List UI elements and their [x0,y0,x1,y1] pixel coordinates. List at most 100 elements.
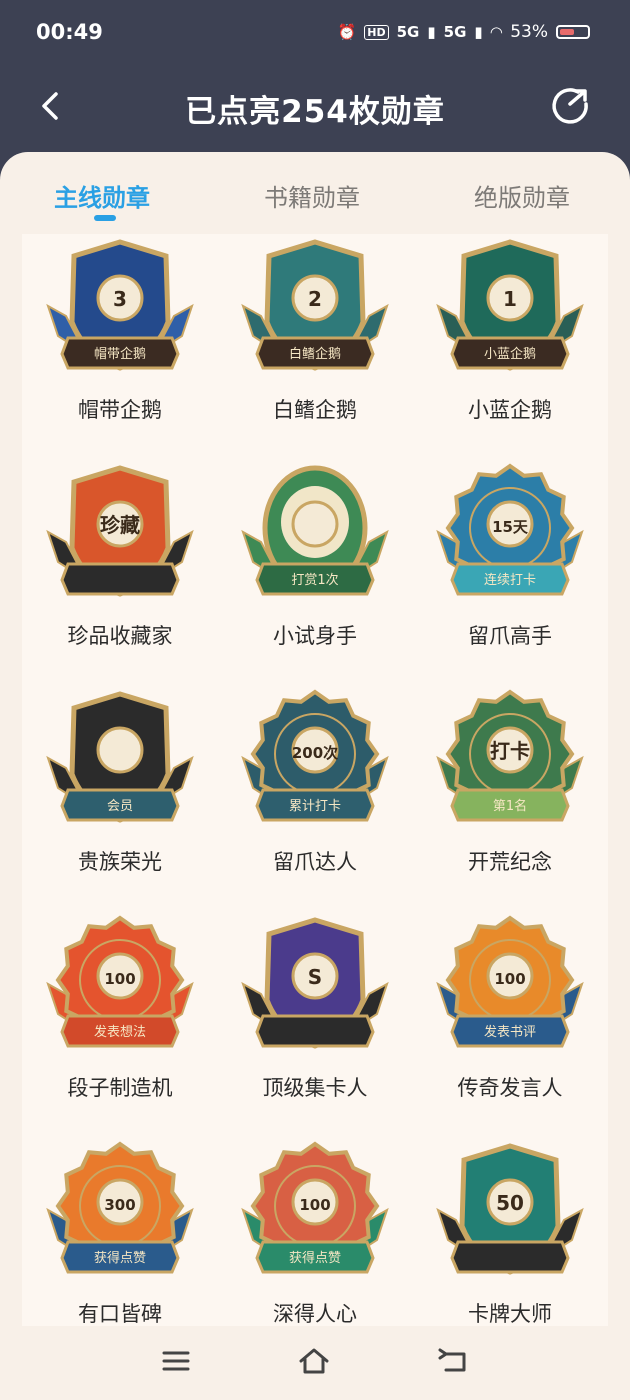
badge-icon: S [241,917,389,1049]
badge-item[interactable]: 100 获得点赞深得人心 [217,1140,413,1334]
badge-emblem-text: 100 [299,1196,330,1214]
badge-name: 小试身手 [273,624,357,648]
wifi-icon: ◠ [490,23,503,41]
menu-icon [162,1351,190,1371]
badge-item[interactable]: 15天连续打卡留爪高手 [412,462,608,688]
badge-icon: 15天连续打卡 [436,463,584,596]
back-arrow-icon [438,1348,466,1372]
badge-name: 白鳍企鹅 [273,398,357,422]
badge-name: 帽带企鹅 [78,398,162,422]
menu-nav-button[interactable] [158,1344,194,1378]
badge-name: 贵族荣光 [78,850,162,874]
badge-emblem-text: 3 [113,287,127,311]
badge-icon: 100 获得点赞 [241,1141,389,1274]
badge-name: 卡牌大师 [468,1302,552,1326]
badge-icon: 100 发表书评 [436,915,584,1048]
badge-ribbon-text: 发表书评 [484,1024,536,1040]
share-icon [552,88,588,124]
share-button[interactable] [548,84,592,128]
badge-ribbon-text: 帽带企鹅 [94,346,146,362]
signal-2-icon: ▮ [474,23,483,41]
signal-1-icon: ▮ [427,23,436,41]
badge-grid: 3 帽带企鹅 帽带企鹅 2 白鳍企鹅 白鳍企鹅 1 小蓝企鹅 小蓝企鹅 珍藏 珍品收藏家 打赏1次 小试… [22,234,608,1334]
badge-sheet: 主线勋章 书籍勋章 绝版勋章 3 帽带企鹅 帽带企鹅 2 白鳍企鹅 白鳍企鹅 1 小蓝企鹅 小蓝… [0,152,630,1400]
badge-ribbon-text: 白鳍企鹅 [289,346,341,362]
badge-ribbon-text: 连续打卡 [484,572,536,588]
badge-item[interactable]: 50 卡牌大师 [412,1140,608,1334]
badge-item[interactable]: 2 白鳍企鹅 白鳍企鹅 [217,236,413,462]
badge-name: 小蓝企鹅 [468,398,552,422]
home-nav-button[interactable] [296,1344,332,1378]
badge-ribbon-text: 会员 [107,799,133,814]
badge-name: 深得人心 [273,1302,357,1326]
badge-emblem-text: 15天 [492,518,529,536]
badge-ribbon-text: 获得点赞 [289,1250,341,1266]
badge-icon: 1 小蓝企鹅 [436,239,584,371]
badge-emblem-text: S [308,965,322,989]
badge-emblem-text: 2 [308,287,322,311]
tab-book-badges[interactable]: 书籍勋章 [264,178,360,213]
badge-ribbon-text: 打赏1次 [291,572,338,588]
signal-1-label: 5G [396,23,420,41]
badge-emblem-text: 1 [503,287,517,311]
badge-ribbon-text: 累计打卡 [289,799,341,814]
badge-icon: 100 发表想法 [46,915,194,1048]
badge-item[interactable]: 100 发表书评传奇发言人 [412,914,608,1140]
badge-ribbon-text: 小蓝企鹅 [484,346,536,362]
status-icons: ⏰ HD 5G ▮ 5G ▮ ◠ 53% [338,22,590,42]
active-tab-indicator [94,215,116,221]
badge-item[interactable]: 珍藏 珍品收藏家 [22,462,218,688]
tab-main-badges[interactable]: 主线勋章 [54,178,150,213]
badge-emblem-text: 300 [104,1196,135,1214]
badge-name: 珍品收藏家 [67,624,173,648]
badge-emblem-text: 珍藏 [100,513,140,537]
badge-item[interactable]: 300 获得点赞有口皆碑 [22,1140,218,1334]
battery-icon [556,25,590,39]
badge-name: 传奇发言人 [457,1076,563,1100]
tab-limited-badges[interactable]: 绝版勋章 [474,178,570,213]
badge-item[interactable]: 1 小蓝企鹅 小蓝企鹅 [412,236,608,462]
alarm-icon: ⏰ [337,23,357,41]
page-title: 已点亮254枚勋章 [185,94,445,130]
status-time: 00:49 [36,20,103,44]
badge-item[interactable]: 200次累计打卡留爪达人 [217,688,413,914]
status-bar: 00:49 ⏰ HD 5G ▮ 5G ▮ ◠ 53% [0,0,630,66]
app-header: 已点亮254枚勋章 [0,66,630,154]
hd-icon: HD [364,24,389,40]
badge-item[interactable]: 打卡第1名开荒纪念 [412,688,608,914]
home-icon [299,1348,329,1374]
badge-item[interactable]: 打赏1次小试身手 [217,462,413,688]
badge-item[interactable]: 100 发表想法段子制造机 [22,914,218,1140]
badge-item[interactable]: 会员 贵族荣光 [22,688,218,914]
badge-emblem-text: 100 [494,970,525,988]
badge-icon: 会员 [46,691,194,823]
badge-icon: 打卡第1名 [436,689,584,822]
badge-name: 留爪高手 [468,624,552,648]
badge-emblem-text: 100 [104,970,135,988]
badge-name: 开荒纪念 [468,850,552,874]
badge-emblem-text: 50 [496,1191,524,1215]
badge-emblem-text: 打卡 [490,739,530,763]
badge-icon: 3 帽带企鹅 [46,239,194,371]
badge-icon: 300 获得点赞 [46,1141,194,1274]
back-nav-button[interactable] [436,1344,472,1378]
badge-icon: 珍藏 [46,465,194,597]
badge-name: 段子制造机 [67,1076,173,1100]
badge-name: 有口皆碑 [78,1302,162,1326]
badge-item[interactable]: 3 帽带企鹅 帽带企鹅 [22,236,218,462]
badge-icon: 50 [436,1143,584,1275]
badge-ribbon-text: 发表想法 [94,1024,146,1040]
signal-2-label: 5G [443,23,467,41]
badge-ribbon-text: 第1名 [493,798,527,814]
badge-emblem-text: 200次 [292,744,338,762]
badge-icon: 打赏1次 [241,465,389,596]
badge-icon: 2 白鳍企鹅 [241,239,389,371]
badge-item[interactable]: S 顶级集卡人 [217,914,413,1140]
badge-tabs: 主线勋章 书籍勋章 绝版勋章 [0,152,630,236]
badge-name: 留爪达人 [273,850,357,874]
system-nav-bar [0,1326,630,1400]
badge-name: 顶级集卡人 [262,1076,368,1100]
badge-icon: 200次累计打卡 [241,689,389,822]
battery-percent: 53% [510,22,548,42]
badge-ribbon-text: 获得点赞 [94,1250,146,1266]
